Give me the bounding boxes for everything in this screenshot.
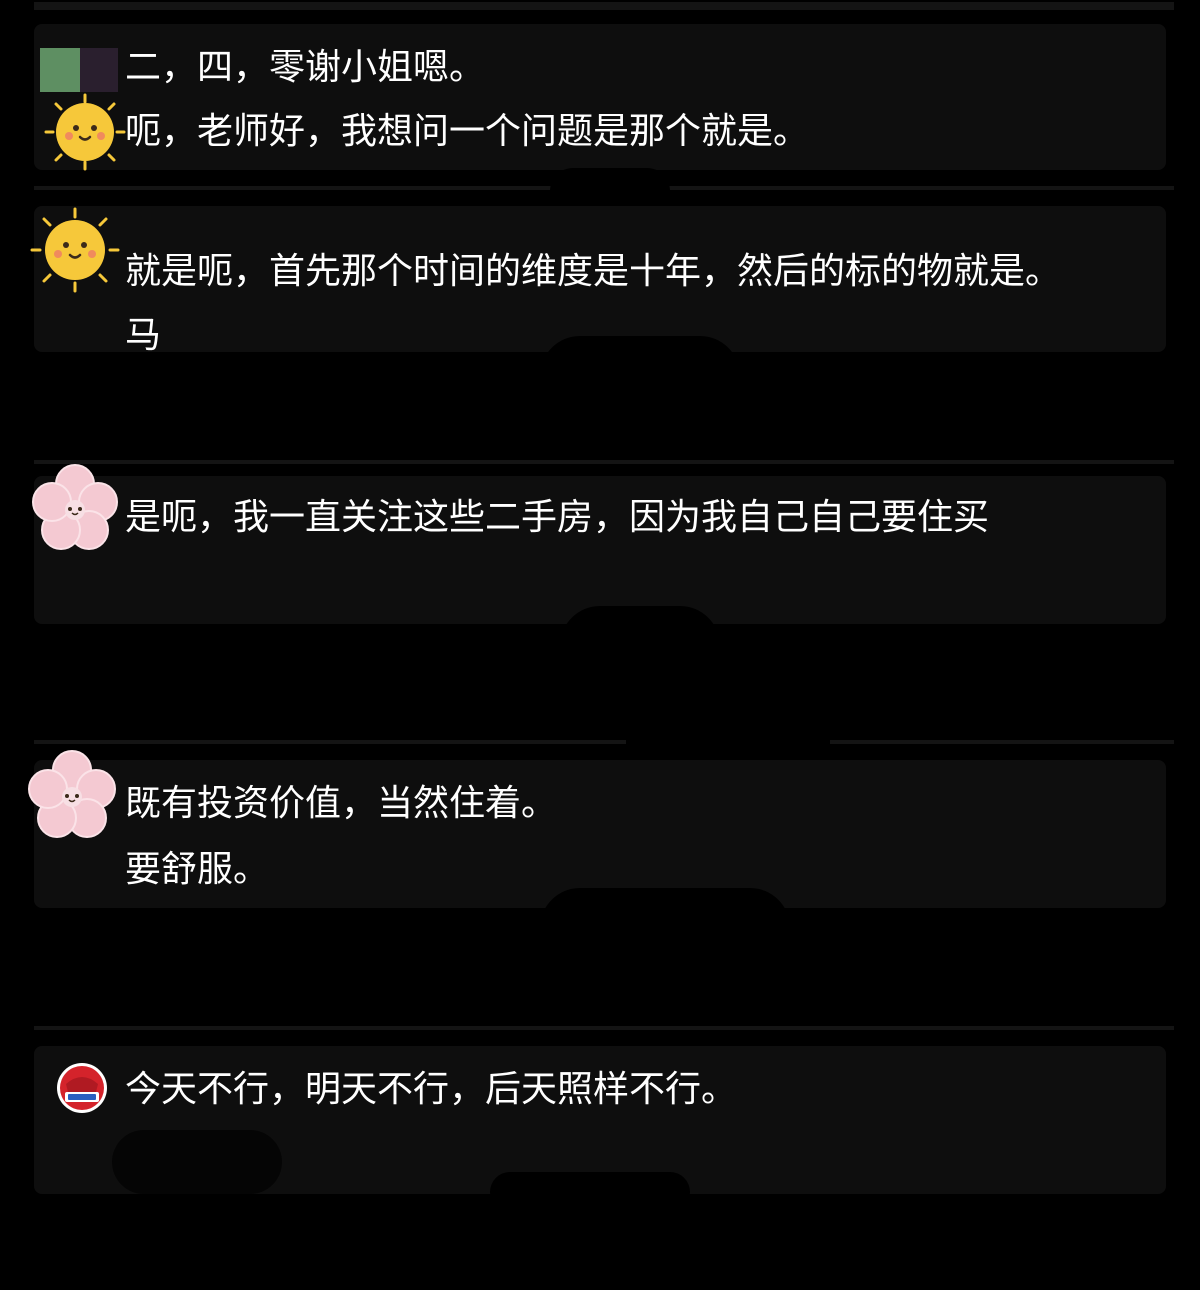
redaction-blot [626, 730, 830, 756]
sun-avatar [28, 206, 122, 294]
subtitle-transcript-view: 二，四，零谢小姐嗯。 呃，老师好，我想问一个问题是那个就是。 就是呃，首先那个时… [0, 0, 1200, 1290]
red-badge-avatar [56, 1062, 108, 1114]
divider [34, 1026, 1174, 1030]
sun-avatar [40, 92, 130, 172]
cherry-blossom-avatar [26, 750, 118, 840]
message-text: 二，四，零谢小姐嗯。 [125, 47, 486, 88]
green-square-avatar [40, 48, 118, 92]
divider [34, 2, 1174, 10]
redaction-blot [112, 1130, 282, 1194]
message-text: 就是呃，首先那个时间的维度是十年，然后的标的物就是。 [125, 251, 1062, 292]
divider [34, 460, 1174, 464]
message-text: 要舒服。 [125, 849, 270, 890]
cherry-blossom-avatar [30, 464, 120, 552]
redaction-blot [540, 888, 790, 1028]
message-text: 今天不行，明天不行，后天照样不行。 [125, 1069, 738, 1110]
message-text: 是呃，我一直关注这些二手房，因为我自己自己要住买 [125, 497, 990, 538]
message-text: 既有投资价值，当然住着。 [125, 783, 558, 824]
redaction-blot [490, 1172, 690, 1212]
message-text: 呃，老师好，我想问一个问题是那个就是。 [125, 111, 810, 152]
divider [34, 740, 1174, 744]
message-text: 马 [125, 315, 162, 356]
redaction-blot [540, 336, 740, 456]
